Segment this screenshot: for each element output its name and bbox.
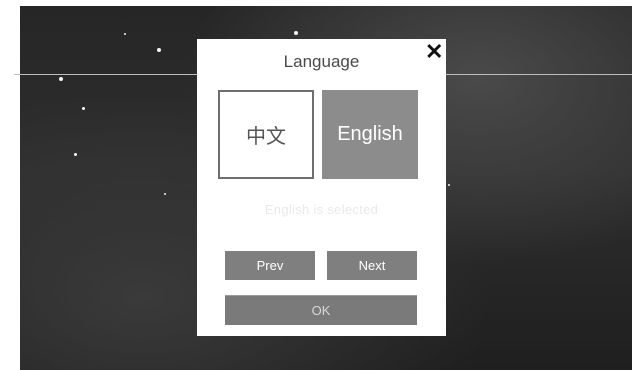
star xyxy=(124,33,126,35)
star xyxy=(74,153,77,156)
star xyxy=(294,31,298,35)
language-option-label: English xyxy=(337,123,403,145)
horizontal-rule-right xyxy=(446,74,632,75)
language-option-chinese[interactable]: 中文 xyxy=(218,90,314,179)
language-option-english[interactable]: English xyxy=(322,90,418,179)
dialog-title: Language xyxy=(283,52,360,71)
close-icon[interactable]: ✕ xyxy=(425,41,443,63)
next-button-label: Next xyxy=(358,258,386,273)
star xyxy=(82,107,85,110)
ok-button-label: OK xyxy=(311,303,331,318)
next-button[interactable]: Next xyxy=(327,251,417,280)
language-option-label: 中文 xyxy=(246,126,286,148)
star xyxy=(59,77,63,81)
horizontal-rule-left xyxy=(14,74,197,75)
star xyxy=(448,184,450,186)
selection-status-text: English is selected xyxy=(264,202,379,217)
prev-button-label: Prev xyxy=(256,258,284,273)
ok-button[interactable]: OK xyxy=(225,295,417,325)
prev-button[interactable]: Prev xyxy=(225,251,315,280)
star xyxy=(164,193,166,195)
star xyxy=(157,48,161,52)
language-dialog: Language ✕ 中文 English English is selecte… xyxy=(197,39,446,336)
